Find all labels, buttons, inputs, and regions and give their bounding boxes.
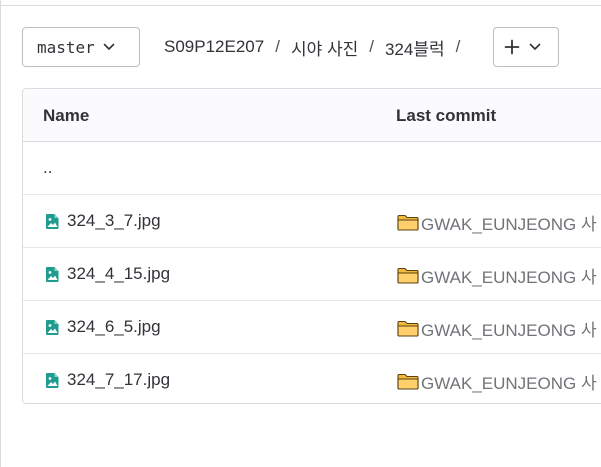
folder-icon [397, 267, 419, 284]
repo-toolbar: master S09P12E207 / 시야 사진 / 324블럭 / [22, 27, 601, 67]
breadcrumb-item-folder[interactable]: 시야 사진 [291, 35, 358, 60]
table-row: 324_7_17.jpg GWAK_EUNJEONG 사 [23, 354, 601, 403]
file-name: 324_4_15.jpg [67, 264, 171, 283]
last-commit-link[interactable]: GWAK_EUNJEONG 사 [397, 316, 597, 341]
commit-message: GWAK_EUNJEONG 사 [421, 374, 597, 393]
branch-selector-button[interactable]: master [22, 27, 140, 67]
file-name: 324_6_5.jpg [67, 317, 161, 336]
image-file-icon [45, 266, 60, 283]
file-name: 324_7_17.jpg [67, 370, 171, 389]
table-header: Name Last commit [23, 89, 601, 142]
branch-label: master [37, 37, 95, 57]
image-file-icon [45, 213, 60, 230]
commit-message: GWAK_EUNJEONG 사 [421, 215, 597, 234]
table-row: 324_3_7.jpg GWAK_EUNJEONG 사 [23, 195, 601, 248]
left-divider [0, 0, 1, 467]
table-row: 324_6_5.jpg GWAK_EUNJEONG 사 [23, 301, 601, 354]
breadcrumb-item-subfolder[interactable]: 324블럭 [385, 35, 445, 60]
file-link[interactable]: 324_3_7.jpg [45, 211, 161, 231]
breadcrumb-separator: / [275, 37, 280, 56]
last-commit-link[interactable]: GWAK_EUNJEONG 사 [397, 263, 597, 288]
file-link[interactable]: 324_4_15.jpg [45, 264, 170, 284]
breadcrumb-separator: / [455, 37, 461, 56]
plus-icon [504, 39, 520, 55]
last-commit-link[interactable]: GWAK_EUNJEONG 사 [397, 210, 597, 235]
commit-message: GWAK_EUNJEONG 사 [421, 321, 597, 340]
breadcrumb: S09P12E207 / 시야 사진 / 324블럭 / [164, 27, 471, 67]
last-commit-link[interactable]: GWAK_EUNJEONG 사 [397, 369, 597, 394]
file-tree-table: Name Last commit .. 324_3_7.jpg GWAK_EUN… [22, 88, 601, 404]
add-to-tree-button[interactable] [493, 27, 559, 67]
top-divider [0, 0, 601, 6]
column-header-name: Name [43, 106, 90, 125]
table-row: 324_4_15.jpg GWAK_EUNJEONG 사 [23, 248, 601, 301]
image-file-icon [45, 372, 60, 389]
file-link[interactable]: 324_6_5.jpg [45, 317, 161, 337]
file-name: 324_3_7.jpg [67, 211, 161, 230]
breadcrumb-separator: / [369, 37, 374, 56]
parent-directory-link[interactable]: .. [43, 158, 52, 178]
folder-icon [397, 214, 419, 231]
chevron-down-icon [103, 43, 115, 51]
folder-icon [397, 373, 419, 390]
image-file-icon [45, 319, 60, 336]
commit-message: GWAK_EUNJEONG 사 [421, 268, 597, 287]
chevron-down-icon [529, 43, 541, 51]
breadcrumb-item-project[interactable]: S09P12E207 [164, 37, 264, 57]
folder-icon [397, 320, 419, 337]
file-link[interactable]: 324_7_17.jpg [45, 370, 170, 390]
column-header-last-commit: Last commit [396, 106, 497, 125]
table-row-parent-dir: .. [23, 142, 601, 195]
